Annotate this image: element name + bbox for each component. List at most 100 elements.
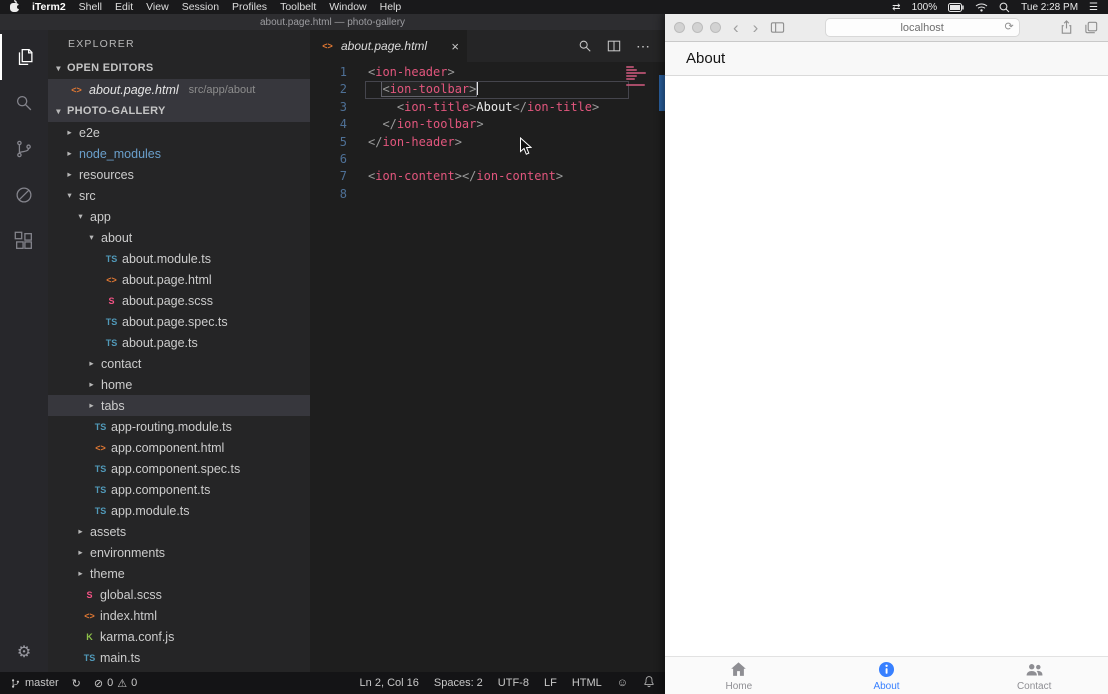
tree-item-label: main.ts: [100, 651, 140, 665]
tree-item-label: src: [79, 189, 96, 203]
sidebar-toggle-icon[interactable]: [770, 20, 785, 35]
menu-view[interactable]: View: [146, 1, 169, 13]
notification-center-icon[interactable]: ☰: [1089, 2, 1098, 13]
debug-icon[interactable]: [0, 172, 48, 218]
git-branch-item[interactable]: master: [10, 677, 59, 690]
more-actions-icon[interactable]: ⋯: [636, 38, 651, 55]
tree-folder-app[interactable]: ▾app: [48, 206, 310, 227]
wifi-icon[interactable]: [975, 2, 988, 12]
address-bar[interactable]: localhost ⟳: [825, 18, 1020, 37]
tree-file-about.page.ts[interactable]: TSabout.page.ts: [48, 332, 310, 353]
tree-item-label: e2e: [79, 126, 100, 140]
ts-file-icon: TS: [93, 464, 108, 474]
menu-help[interactable]: Help: [380, 1, 402, 13]
code-editor[interactable]: 1<ion-header>2 <ion-toolbar>3 <ion-title…: [310, 62, 665, 672]
split-editor-icon[interactable]: [607, 39, 621, 53]
line-number: 4: [310, 116, 347, 133]
tree-file-about.page.scss[interactable]: Sabout.page.scss: [48, 290, 310, 311]
battery-icon[interactable]: [948, 3, 964, 12]
language-mode[interactable]: HTML: [572, 677, 602, 689]
source-control-icon[interactable]: [0, 126, 48, 172]
tab-home[interactable]: Home: [665, 657, 813, 694]
tree-file-karma.conf.js[interactable]: Kkarma.conf.js: [48, 626, 310, 647]
tab-about[interactable]: About: [813, 657, 961, 694]
open-editors-header[interactable]: ▾ OPEN EDITORS: [48, 57, 310, 79]
cursor-position[interactable]: Ln 2, Col 16: [360, 677, 419, 689]
tree-item-label: assets: [90, 525, 126, 539]
tree-folder-resources[interactable]: ▸resources: [48, 164, 310, 185]
notifications-bell-icon[interactable]: [643, 675, 655, 691]
tree-file-about.page.spec.ts[interactable]: TSabout.page.spec.ts: [48, 311, 310, 332]
tree-file-about.module.ts[interactable]: TSabout.module.ts: [48, 248, 310, 269]
html-file-icon: <>: [82, 611, 97, 621]
home-icon: [729, 660, 748, 679]
encoding[interactable]: UTF-8: [498, 677, 529, 689]
project-section-header[interactable]: ▾ PHOTO-GALLERY: [48, 100, 310, 122]
tree-folder-theme[interactable]: ▸theme: [48, 563, 310, 584]
sync-icon[interactable]: ↻: [72, 677, 81, 690]
extensions-icon[interactable]: [0, 218, 48, 264]
menu-app-name[interactable]: iTerm2: [32, 1, 66, 13]
swap-icon[interactable]: ⇄: [892, 2, 900, 13]
forward-button[interactable]: ›: [751, 19, 761, 36]
open-editor-item[interactable]: <> about.page.html src/app/about: [48, 79, 310, 100]
project-name-label: PHOTO-GALLERY: [67, 105, 166, 117]
tree-folder-home[interactable]: ▸home: [48, 374, 310, 395]
menu-toolbelt[interactable]: Toolbelt: [280, 1, 316, 13]
tree-folder-node_modules[interactable]: ▸node_modules: [48, 143, 310, 164]
html-file-icon: <>: [320, 41, 335, 51]
menu-clock[interactable]: Tue 2:28 PM: [1021, 2, 1078, 13]
tree-folder-assets[interactable]: ▸assets: [48, 521, 310, 542]
search-icon[interactable]: [0, 80, 48, 126]
reload-icon[interactable]: ⟳: [1004, 20, 1013, 33]
spotlight-icon[interactable]: [999, 2, 1010, 13]
tree-folder-tabs[interactable]: ▸tabs: [48, 395, 310, 416]
close-window-button[interactable]: [674, 22, 685, 33]
tree-file-app.module.ts[interactable]: TSapp.module.ts: [48, 500, 310, 521]
open-preview-icon[interactable]: [578, 39, 592, 53]
editor-area: <> about.page.html × ⋯ 1<ion-header>2 <i…: [310, 30, 665, 672]
eol-indicator[interactable]: LF: [544, 677, 557, 689]
indentation[interactable]: Spaces: 2: [434, 677, 483, 689]
tree-item-label: contact: [101, 357, 141, 371]
tabs-overview-icon[interactable]: [1084, 20, 1099, 35]
battery-percent: 100%: [912, 2, 938, 13]
scss-file-icon: S: [104, 296, 119, 306]
menu-profiles[interactable]: Profiles: [232, 1, 267, 13]
tree-folder-contact[interactable]: ▸contact: [48, 353, 310, 374]
problems-item[interactable]: ⊘ 0 ⚠︎ 0: [94, 677, 137, 690]
tree-folder-about[interactable]: ▾about: [48, 227, 310, 248]
explorer-icon[interactable]: [0, 34, 48, 80]
tree-folder-e2e[interactable]: ▸e2e: [48, 122, 310, 143]
window-controls[interactable]: [674, 22, 721, 33]
tree-file-about.page.html[interactable]: <>about.page.html: [48, 269, 310, 290]
chevron-down-icon: ▾: [52, 63, 65, 74]
vscode-title-bar[interactable]: about.page.html — photo-gallery: [0, 14, 665, 30]
code-line-4: 4 </ion-toolbar>: [310, 116, 665, 133]
settings-gear-icon[interactable]: ⚙︎: [17, 642, 31, 662]
menu-shell[interactable]: Shell: [79, 1, 102, 13]
zoom-window-button[interactable]: [710, 22, 721, 33]
menu-session[interactable]: Session: [182, 1, 219, 13]
minimize-window-button[interactable]: [692, 22, 703, 33]
tree-file-index.html[interactable]: <>index.html: [48, 605, 310, 626]
tab-contact[interactable]: Contact: [960, 657, 1108, 694]
close-icon[interactable]: ×: [451, 39, 459, 54]
menu-edit[interactable]: Edit: [115, 1, 133, 13]
menu-window[interactable]: Window: [329, 1, 366, 13]
tree-item-label: environments: [90, 546, 165, 560]
tree-file-main.ts[interactable]: TSmain.ts: [48, 647, 310, 668]
tree-folder-environments[interactable]: ▸environments: [48, 542, 310, 563]
tree-file-global.scss[interactable]: Sglobal.scss: [48, 584, 310, 605]
share-icon[interactable]: [1059, 20, 1074, 35]
tree-file-app.component.html[interactable]: <>app.component.html: [48, 437, 310, 458]
tree-file-app-routing.module.ts[interactable]: TSapp-routing.module.ts: [48, 416, 310, 437]
back-button[interactable]: ‹: [731, 19, 741, 36]
tree-folder-src[interactable]: ▾src: [48, 185, 310, 206]
tree-file-app.component.ts[interactable]: TSapp.component.ts: [48, 479, 310, 500]
feedback-smiley-icon[interactable]: ☺︎: [617, 677, 628, 689]
line-number: 8: [310, 186, 347, 203]
tree-file-app.component.spec.ts[interactable]: TSapp.component.spec.ts: [48, 458, 310, 479]
tab-about-page-html[interactable]: <> about.page.html ×: [310, 30, 467, 62]
apple-menu-icon[interactable]: [10, 3, 19, 12]
